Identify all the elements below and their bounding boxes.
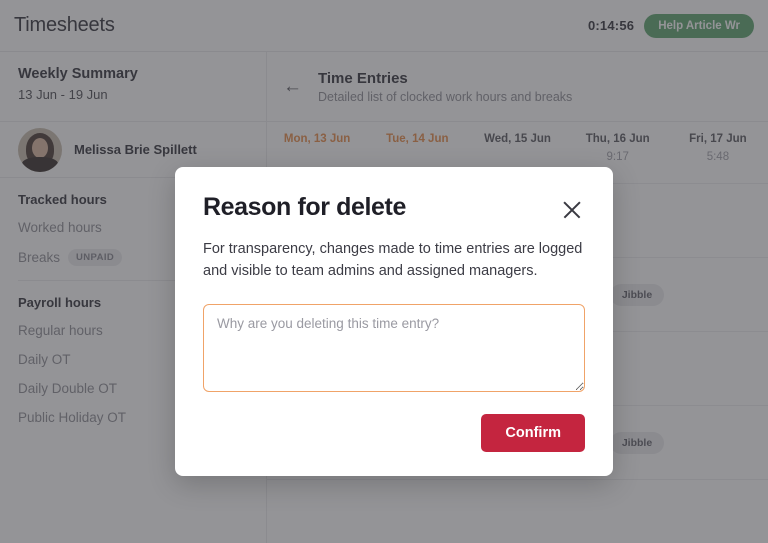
delete-reason-input[interactable] bbox=[203, 304, 585, 393]
reason-for-delete-dialog: Reason for delete For transparency, chan… bbox=[175, 167, 613, 477]
dialog-header: Reason for delete bbox=[203, 193, 585, 223]
dialog-title: Reason for delete bbox=[203, 193, 406, 221]
confirm-button[interactable]: Confirm bbox=[481, 414, 585, 453]
dialog-description: For transparency, changes made to time e… bbox=[203, 241, 583, 280]
close-icon[interactable] bbox=[559, 197, 585, 223]
dialog-actions: Confirm bbox=[203, 414, 585, 453]
